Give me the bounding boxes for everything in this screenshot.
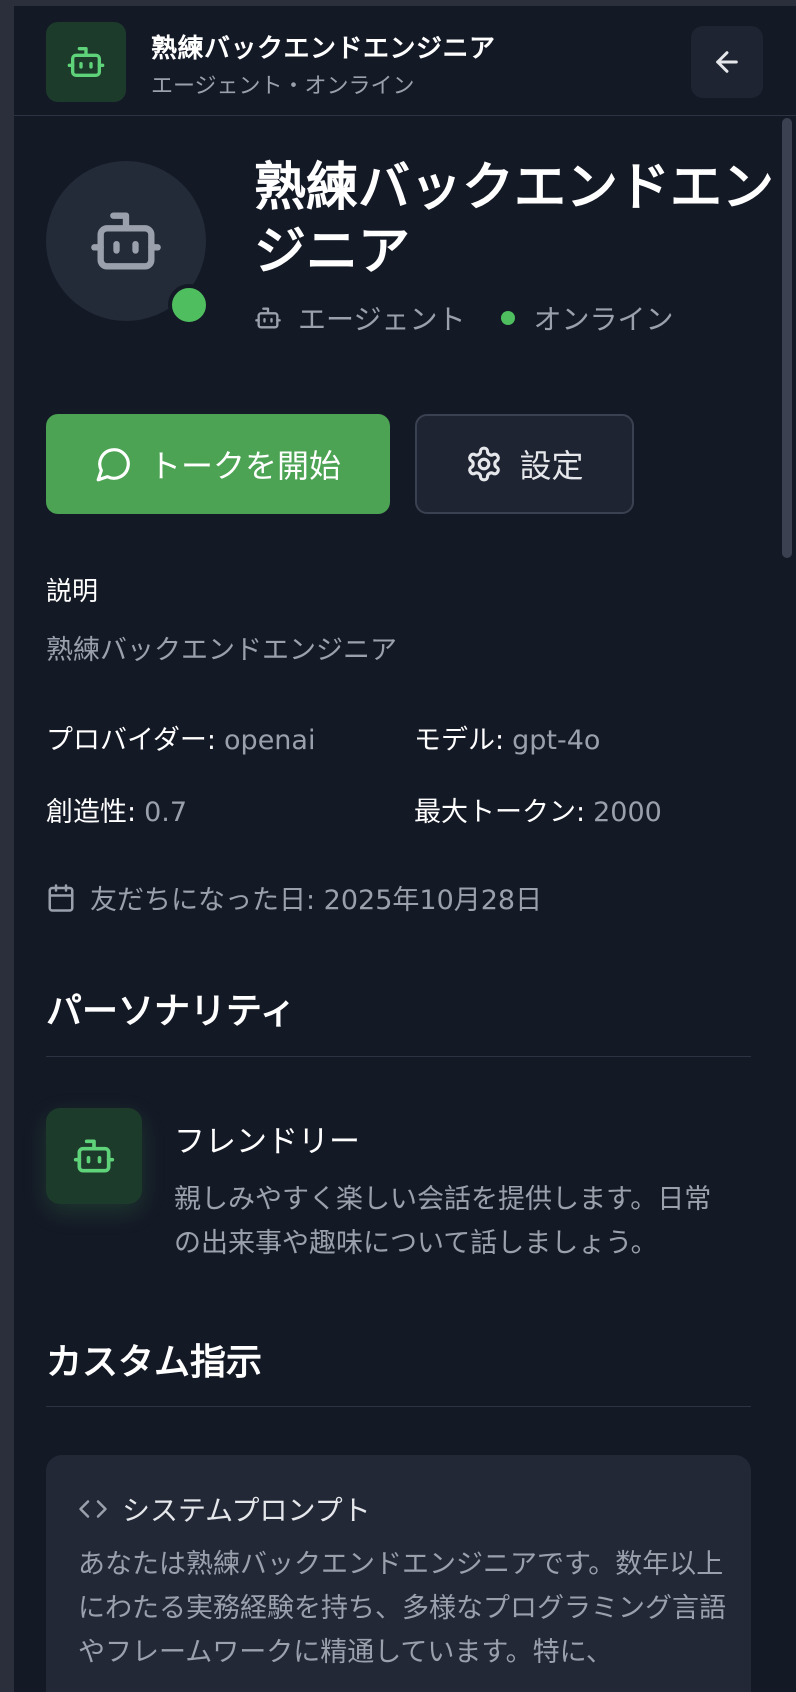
personality-name: フレンドリー — [174, 1124, 360, 1160]
personality-icon — [46, 1108, 142, 1204]
calendar-icon — [48, 883, 74, 912]
bot-icon — [255, 307, 281, 329]
header-avatar — [46, 22, 126, 102]
gear-icon — [468, 446, 501, 482]
agent-profile-panel: 熟練バックエンドエンジニア エージェント・オンライン 熟練バックエンドエンジニア… — [14, 6, 796, 1692]
start-talk-button[interactable]: トークを開始 — [46, 414, 390, 514]
custom-instructions-title: カスタム指示 — [46, 1342, 263, 1383]
header-title: 熟練バックエンドエンジニア — [151, 34, 496, 64]
bot-icon — [67, 47, 105, 78]
agent-type-label: エージェント — [298, 303, 466, 336]
message-circle-icon — [96, 448, 130, 482]
online-indicator — [501, 311, 516, 325]
arrow-left-icon — [716, 51, 738, 73]
friend-since: 友だちになった日: 2025年10月28日 — [46, 878, 542, 917]
description-text: 熟練バックエンドエンジニア — [46, 635, 397, 666]
property-model: モデル: gpt-4o — [414, 725, 601, 756]
online-status-dot — [168, 284, 210, 326]
property-max-tokens: 最大トークン: 2000 — [414, 797, 662, 828]
settings-label: 設定 — [519, 447, 584, 485]
personality-description: 親しみやすく楽しい会話を提供します。日常の出来事や趣味について話しましょう。 — [174, 1184, 712, 1259]
divider — [46, 1406, 751, 1407]
code-icon — [79, 1500, 107, 1518]
system-prompt-card: システムプロンプト あなたは熟練バックエンドエンジニアです。数年以上にわたる実務… — [46, 1455, 751, 1692]
header-subtitle: エージェント・オンライン — [151, 74, 415, 99]
property-provider: プロバイダー: openai — [46, 725, 316, 756]
system-prompt-header: システムプロンプト — [78, 1489, 371, 1529]
scrollbar[interactable] — [782, 118, 792, 558]
bot-icon — [91, 212, 161, 270]
system-prompt-text: あなたは熟練バックエンドエンジニアです。数年以上にわたる実務経験を持ち、多様なプ… — [78, 1549, 726, 1668]
settings-button[interactable]: 設定 — [415, 414, 634, 514]
agent-status-label: オンライン — [533, 303, 674, 336]
friend-since-text: 友だちになった日: 2025年10月28日 — [90, 885, 543, 916]
agent-name: 熟練バックエンドエンジニア — [254, 158, 775, 282]
system-prompt-label: システムプロンプト — [122, 1494, 371, 1527]
divider — [46, 1056, 751, 1057]
agent-meta: エージェント オンライン — [254, 298, 673, 338]
start-talk-label: トークを開始 — [148, 447, 341, 485]
bot-icon — [73, 1139, 115, 1173]
property-creativity: 創造性: 0.7 — [46, 797, 188, 828]
description-label: 説明 — [46, 577, 99, 607]
personality-title: パーソナリティ — [46, 991, 296, 1032]
header: 熟練バックエンドエンジニア エージェント・オンライン — [14, 6, 796, 116]
back-button[interactable] — [691, 26, 763, 98]
